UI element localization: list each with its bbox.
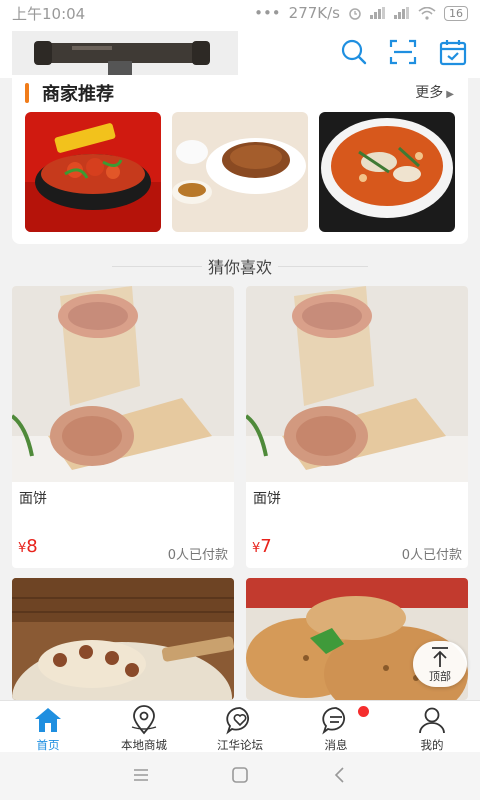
more-dots-icon: •••	[254, 4, 281, 22]
signal-icon	[370, 7, 385, 19]
wrap-image	[246, 286, 468, 482]
fried-rice-plate-image	[172, 112, 308, 232]
search-icon[interactable]	[340, 38, 368, 66]
product-price: ¥8	[18, 536, 38, 557]
message-icon	[322, 707, 345, 735]
product-card-1[interactable]: 面饼 ¥8 0人已付款	[12, 286, 234, 568]
back-to-top-button[interactable]: 顶部	[413, 641, 467, 687]
nav-messages[interactable]: 消息	[288, 701, 384, 752]
section-title: 商家推荐	[42, 84, 114, 105]
nav-home-label: 首页	[36, 738, 60, 752]
battery-indicator: 16	[444, 5, 468, 21]
triangle-right-icon: ▶	[446, 89, 454, 100]
scan-icon[interactable]	[389, 38, 417, 66]
home-icon	[35, 708, 61, 732]
product-price: ¥7	[252, 536, 272, 557]
product-card-3[interactable]	[12, 578, 234, 700]
bottom-nav: 首页 本地商城 江华论坛 消息 我的	[0, 700, 480, 752]
arrow-up-icon	[432, 647, 448, 667]
product-sold-count: 0人已付款	[167, 548, 228, 563]
message-badge-dot	[358, 706, 369, 717]
product-card-2[interactable]: 面饼 ¥7 0人已付款	[246, 286, 468, 568]
product-image	[246, 286, 468, 482]
price-value: 8	[26, 536, 38, 557]
dumplings-image	[12, 578, 234, 700]
brand-logo[interactable]	[12, 31, 238, 75]
status-bar: 上午10:04 ••• 277K/s 16	[0, 0, 480, 26]
back-to-top-label: 顶部	[429, 670, 451, 683]
nav-mine-label: 我的	[420, 738, 444, 752]
nav-home[interactable]: 首页	[0, 701, 96, 752]
heart-chat-icon	[226, 707, 249, 735]
product-image	[12, 286, 234, 482]
map-pin-icon	[131, 705, 157, 735]
merchant-recommend-section: 商家推荐 更多 ▶	[12, 78, 468, 244]
merchant-thumb-1[interactable]	[25, 112, 161, 232]
spicy-crayfish-bowl-image	[25, 112, 161, 232]
nav-local-mall-label: 本地商城	[121, 738, 167, 752]
nav-mine[interactable]: 我的	[384, 701, 480, 752]
section-accent-bar	[25, 83, 29, 103]
alarm-icon	[349, 8, 361, 20]
app-header	[0, 26, 480, 78]
back-icon[interactable]	[331, 766, 349, 784]
divider-right	[278, 266, 368, 267]
more-link[interactable]: 更多 ▶	[415, 82, 454, 102]
nav-messages-label: 消息	[324, 738, 348, 752]
menu-icon[interactable]	[132, 766, 150, 784]
product-image	[12, 578, 234, 700]
merchant-thumb-3[interactable]	[319, 112, 455, 232]
status-right: ••• 277K/s 16	[254, 4, 468, 22]
net-speed: 277K/s	[288, 4, 340, 22]
more-label: 更多	[415, 85, 444, 101]
calendar-check-icon[interactable]	[439, 38, 467, 66]
wrap-image	[12, 286, 234, 482]
fish-soup-image	[319, 112, 455, 232]
product-name: 面饼	[253, 491, 281, 507]
nav-forum-label: 江华论坛	[217, 738, 263, 752]
wifi-icon	[418, 6, 436, 20]
price-value: 7	[260, 536, 272, 557]
merchant-thumb-2[interactable]	[172, 112, 308, 232]
guess-you-like-title: 猜你喜欢	[207, 258, 272, 277]
system-nav-bar	[0, 752, 480, 800]
product-name: 面饼	[19, 491, 47, 507]
product-sold-count: 0人已付款	[401, 548, 462, 563]
signal-icon-2	[394, 7, 409, 19]
user-icon	[419, 707, 445, 734]
nav-local-mall[interactable]: 本地商城	[96, 701, 192, 752]
brand-logo-image	[12, 31, 238, 75]
home-square-icon[interactable]	[231, 766, 249, 784]
nav-forum[interactable]: 江华论坛	[192, 701, 288, 752]
status-time: 上午10:04	[12, 4, 86, 23]
